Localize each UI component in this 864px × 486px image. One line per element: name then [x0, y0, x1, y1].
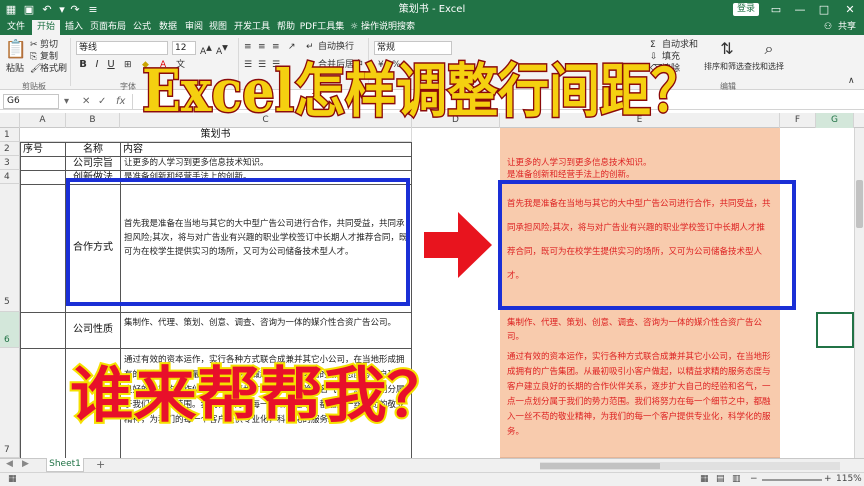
cell-c3[interactable]: 让更多的人学习到更多信息技术知识。	[120, 156, 412, 171]
zoom-slider[interactable]	[762, 479, 822, 481]
copy-icon[interactable]: ⎘	[30, 51, 37, 63]
horizontal-scroll-thumb[interactable]	[540, 463, 660, 469]
column-header-b[interactable]: B	[66, 113, 120, 128]
column-header-a[interactable]: A	[20, 113, 66, 128]
cancel-entry-icon[interactable]: ✕	[82, 94, 90, 109]
cell-header-content[interactable]: 内容	[120, 142, 412, 157]
page-break-view-icon[interactable]: ▥	[732, 474, 741, 484]
row-header-2[interactable]: 2	[0, 142, 20, 156]
cell-b6[interactable]: 公司性质	[65, 312, 121, 349]
headline-text: Excel怎样调整行间距？	[142, 57, 702, 125]
tab-help[interactable]: 帮助	[274, 20, 298, 35]
status-bar: ▦ ▦ ▤ ▥ − + 115%	[0, 472, 864, 486]
title-bar: ▦ ▣ ↶ ▾ ↷ ≡ 策划书 - Excel 登录 ▭ — □ ✕	[0, 0, 864, 20]
format-painter-button[interactable]: 格式刷	[40, 63, 67, 75]
vertical-scroll-thumb[interactable]	[856, 180, 863, 228]
bottomline-text: 谁来帮帮我？	[70, 361, 450, 431]
cell-c3-text: 让更多的人学习到更多信息技术知识。	[124, 158, 269, 168]
column-header-f[interactable]: F	[780, 113, 816, 128]
restore-button[interactable]: □	[812, 0, 836, 20]
scroll-sheets-left-icon[interactable]: ◀	[6, 459, 13, 469]
bottomline-overlay: 谁来帮帮我？	[68, 359, 452, 433]
italic-button[interactable]: I	[92, 59, 102, 71]
borders-icon[interactable]: ⊞	[124, 59, 132, 71]
clipboard-group-label: 剪贴板	[22, 82, 46, 91]
tab-view[interactable]: 视图	[206, 20, 230, 35]
row-header-3[interactable]: 3	[0, 156, 20, 170]
name-box[interactable]: G6	[3, 94, 59, 109]
row-header-5[interactable]: 5	[0, 184, 20, 312]
selected-cell-g6[interactable]	[816, 312, 854, 348]
share-icon[interactable]: ⚇	[822, 20, 834, 35]
headline-overlay: Excel怎样调整行间距？	[141, 56, 704, 127]
lightbulb-icon: ☼	[349, 22, 359, 32]
close-button[interactable]: ✕	[838, 0, 862, 20]
login-button[interactable]: 登录	[733, 3, 759, 16]
row-header-7[interactable]: 7	[0, 348, 20, 458]
sheet-tab-bar: ◀ ▶ Sheet1 +	[0, 458, 864, 472]
cell-a4[interactable]	[20, 170, 66, 185]
ribbon-display-options-icon[interactable]: ▭	[764, 0, 788, 20]
find-select-icon[interactable]: ⌕	[754, 39, 784, 59]
cut-icon[interactable]: ✂	[30, 39, 38, 51]
highlight-box-left	[66, 178, 410, 306]
cell-header-no[interactable]: 序号	[20, 142, 66, 157]
underline-button[interactable]: U	[106, 59, 116, 71]
share-button[interactable]: 共享	[834, 20, 860, 35]
copy-button[interactable]: 复制	[40, 51, 58, 63]
zoom-in-button[interactable]: +	[824, 474, 832, 484]
zoom-level[interactable]: 115%	[836, 474, 862, 484]
right-cell-e7-text[interactable]: 通过有效的资本运作，实行各种方式联合成兼并其它小公司，在当地形成拥有的广告集团。…	[504, 348, 776, 442]
tab-developer[interactable]: 开发工具	[232, 20, 272, 35]
status-ready-icon: ▦	[8, 474, 17, 484]
tab-page-layout[interactable]: 页面布局	[88, 20, 128, 35]
tab-formulas[interactable]: 公式	[130, 20, 154, 35]
tell-me-search[interactable]: 操作说明搜索	[360, 20, 416, 35]
tab-review[interactable]: 审阅	[182, 20, 206, 35]
cell-a6[interactable]	[20, 312, 66, 349]
find-select-button[interactable]: 查找和选择	[744, 61, 784, 73]
bold-button[interactable]: B	[78, 59, 88, 71]
sheet-tab-sheet1[interactable]: Sheet1	[46, 458, 84, 472]
scroll-sheets-right-icon[interactable]: ▶	[22, 459, 29, 469]
zoom-out-button[interactable]: −	[750, 474, 758, 484]
cell-c6-text: 集制作、代理、策划、创意、调查、咨询为一体的媒介性合资广告公司。	[124, 318, 397, 328]
normal-view-icon[interactable]: ▦	[700, 474, 709, 484]
insert-function-button[interactable]: fx	[116, 94, 125, 109]
ribbon-tabs: 文件 开始 插入 页面布局 公式 数据 审阅 视图 开发工具 帮助 PDF工具集…	[0, 20, 864, 35]
row-header-4[interactable]: 4	[0, 170, 20, 184]
cut-button[interactable]: 剪切	[40, 39, 58, 51]
cell-b3[interactable]: 公司宗旨	[65, 156, 121, 171]
cell-header-name[interactable]: 名称	[65, 142, 121, 157]
page-layout-view-icon[interactable]: ▤	[716, 474, 725, 484]
editing-group-label: 编辑	[720, 82, 736, 91]
horizontal-scrollbar[interactable]	[540, 462, 840, 470]
tab-data[interactable]: 数据	[156, 20, 180, 35]
cell-c6[interactable]: 集制作、代理、策划、创意、调查、咨询为一体的媒介性合资广告公司。	[120, 312, 412, 349]
collapse-ribbon-icon[interactable]: ∧	[848, 75, 855, 87]
tab-insert[interactable]: 插入	[62, 20, 86, 35]
sort-filter-icon[interactable]: ⇅	[712, 39, 742, 59]
paste-icon[interactable]: 📋	[2, 39, 30, 61]
select-all-corner[interactable]	[0, 113, 20, 128]
new-sheet-button[interactable]: +	[96, 458, 105, 471]
arrow-right-icon	[424, 212, 492, 278]
confirm-entry-icon[interactable]: ✓	[98, 94, 106, 109]
ribbon-separator	[70, 38, 71, 86]
cell-a3[interactable]	[20, 156, 66, 171]
tab-file[interactable]: 文件	[4, 20, 28, 35]
row-header-1[interactable]: 1	[0, 128, 20, 142]
vertical-scrollbar[interactable]	[854, 128, 864, 458]
column-header-g[interactable]: G	[816, 113, 854, 128]
right-cell-e6-text[interactable]: 集制作、代理、策划、创意、调查、咨询为一体的媒介性合资广告公司。	[504, 314, 776, 346]
row-header-6[interactable]: 6	[0, 312, 20, 348]
paste-button[interactable]: 粘贴	[6, 63, 24, 75]
tab-pdf-tools[interactable]: PDF工具集	[298, 20, 346, 35]
name-box-dropdown-icon[interactable]: ▾	[64, 94, 69, 109]
cell-a5[interactable]	[20, 184, 66, 313]
tab-home[interactable]: 开始	[32, 20, 60, 35]
minimize-button[interactable]: —	[788, 0, 812, 20]
highlight-box-right	[498, 180, 796, 310]
